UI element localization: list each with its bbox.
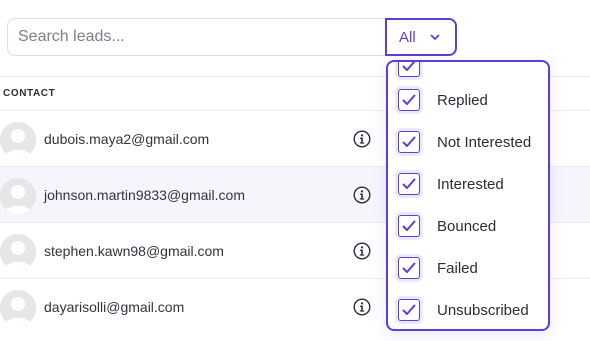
filter-option-label: Failed bbox=[437, 259, 478, 277]
lead-email: johnson.martin9833@gmail.com bbox=[44, 186, 245, 203]
lead-email: stephen.kawn98@gmail.com bbox=[44, 242, 224, 259]
info-icon[interactable] bbox=[353, 185, 371, 204]
avatar bbox=[0, 290, 36, 326]
checkbox-checked-icon[interactable] bbox=[398, 131, 420, 153]
status-filter-dropdown: Replied Not Interested Interested Bounced Fa… bbox=[386, 60, 550, 331]
filter-option[interactable]: Replied bbox=[388, 79, 548, 121]
chevron-down-icon bbox=[430, 34, 440, 41]
checkbox-checked-icon[interactable] bbox=[398, 215, 420, 237]
lead-email: dubois.maya2@gmail.com bbox=[44, 130, 210, 147]
filter-option[interactable]: Failed bbox=[388, 247, 548, 289]
filter-label: All bbox=[399, 28, 416, 46]
lead-email: dayarisolli@gmail.com bbox=[44, 298, 185, 315]
search-input[interactable] bbox=[18, 19, 384, 55]
checkbox-checked-icon[interactable] bbox=[398, 173, 420, 195]
checkbox-checked-icon[interactable] bbox=[398, 299, 420, 321]
filter-option-label: Unsubscribed bbox=[437, 301, 529, 319]
status-filter-button[interactable]: All bbox=[385, 18, 457, 56]
avatar bbox=[0, 234, 36, 270]
checkbox-checked-icon[interactable] bbox=[398, 89, 420, 111]
filter-option[interactable]: Not Interested bbox=[388, 121, 548, 163]
filter-option-label: Interested bbox=[437, 175, 504, 193]
filter-option[interactable]: Unsubscribed bbox=[388, 289, 548, 329]
info-icon[interactable] bbox=[353, 297, 371, 316]
info-icon[interactable] bbox=[353, 129, 371, 148]
avatar bbox=[0, 122, 36, 158]
column-header-contact: CONTACT bbox=[3, 88, 56, 99]
filter-option[interactable]: Interested bbox=[388, 163, 548, 205]
avatar bbox=[0, 178, 36, 214]
filter-option[interactable]: Bounced bbox=[388, 205, 548, 247]
info-icon[interactable] bbox=[353, 241, 371, 260]
checkbox-checked-icon[interactable] bbox=[398, 257, 420, 279]
filter-option-label: Replied bbox=[437, 91, 488, 109]
filter-option-label: Bounced bbox=[437, 217, 497, 235]
filter-option-label: Not Interested bbox=[437, 133, 532, 151]
checkbox-checked-icon[interactable] bbox=[398, 62, 420, 77]
